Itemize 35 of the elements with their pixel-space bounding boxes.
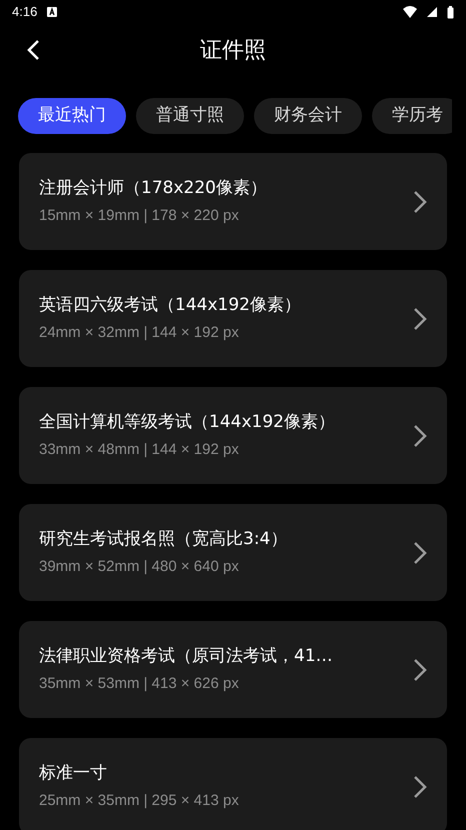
size-details: 15mm × 19mm | 178 × 220 px (39, 206, 240, 226)
size-title: 研究生考试报名照（宽高比3:4） (39, 528, 288, 550)
status-time: 4:16 (12, 3, 38, 22)
size-card[interactable]: 研究生考试报名照（宽高比3:4） 39mm × 52mm | 480 × 640 px (19, 504, 447, 601)
size-details: 39mm × 52mm | 480 × 640 px (39, 557, 240, 577)
category-tab[interactable]: 最近热门 (18, 98, 126, 134)
size-title: 标准一寸 (39, 762, 108, 784)
size-title: 法律职业资格考试（原司法考试，41… (39, 644, 334, 668)
size-card[interactable]: 标准一寸 25mm × 35mm | 295 × 413 px (19, 738, 447, 830)
size-details: 33mm × 48mm | 144 × 192 px (39, 440, 240, 460)
battery-icon (447, 6, 454, 18)
chevron-right-icon (413, 774, 427, 798)
size-card[interactable]: 法律职业资格考试（原司法考试，41… 35mm × 53mm | 413 × 626 px (19, 621, 447, 718)
size-card[interactable]: 英语四六级考试（144x192像素） 24mm × 32mm | 144 × 192 px (19, 270, 447, 367)
chevron-right-icon (413, 424, 427, 448)
size-card[interactable]: 注册会计师（178x220像素） 15mm × 19mm | 178 × 220 px (19, 153, 447, 250)
chevron-right-icon (413, 658, 427, 682)
signal-icon (427, 7, 437, 17)
page-title: 证件照 (200, 36, 266, 64)
category-tab[interactable]: 学历考 (372, 98, 452, 134)
category-tab[interactable]: 财务会计 (254, 98, 362, 134)
size-details: 35mm × 53mm | 413 × 626 px (39, 674, 240, 694)
size-details: 25mm × 35mm | 295 × 413 px (39, 791, 240, 811)
size-card[interactable]: 全国计算机等级考试（144x192像素） 33mm × 48mm | 144 × 192 px (19, 387, 447, 484)
size-title: 全国计算机等级考试（144x192像素） (39, 410, 336, 434)
category-tab[interactable]: 普通寸照 (136, 98, 244, 134)
size-title: 注册会计师（178x220像素） (39, 176, 268, 200)
size-title: 英语四六级考试（144x192像素） (39, 294, 302, 316)
chevron-right-icon (413, 306, 427, 330)
notification-icon (47, 7, 58, 17)
wifi-icon (403, 6, 417, 18)
chevron-right-icon (413, 190, 427, 214)
back-icon (26, 39, 40, 61)
size-details: 24mm × 32mm | 144 × 192 px (39, 323, 240, 343)
chevron-right-icon (413, 540, 427, 564)
